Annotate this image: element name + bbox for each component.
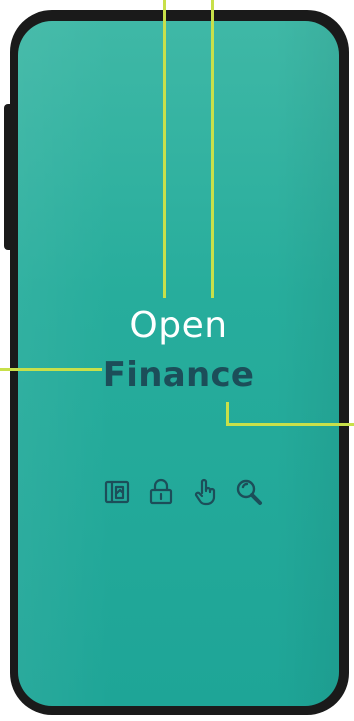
callout-line-elbow-horizontal	[226, 423, 354, 426]
open-book-icon	[102, 477, 132, 507]
title-finance: Finance	[102, 355, 255, 395]
icon-row	[102, 475, 272, 509]
pointing-hand-icon	[190, 477, 220, 507]
padlock-icon	[146, 477, 176, 507]
callout-line-vertical-right	[211, 0, 214, 298]
title-open: Open	[129, 305, 228, 346]
magnifying-glass-icon	[234, 477, 264, 507]
callout-line-vertical-left	[163, 0, 166, 298]
illustration: Open Finance	[0, 0, 354, 721]
